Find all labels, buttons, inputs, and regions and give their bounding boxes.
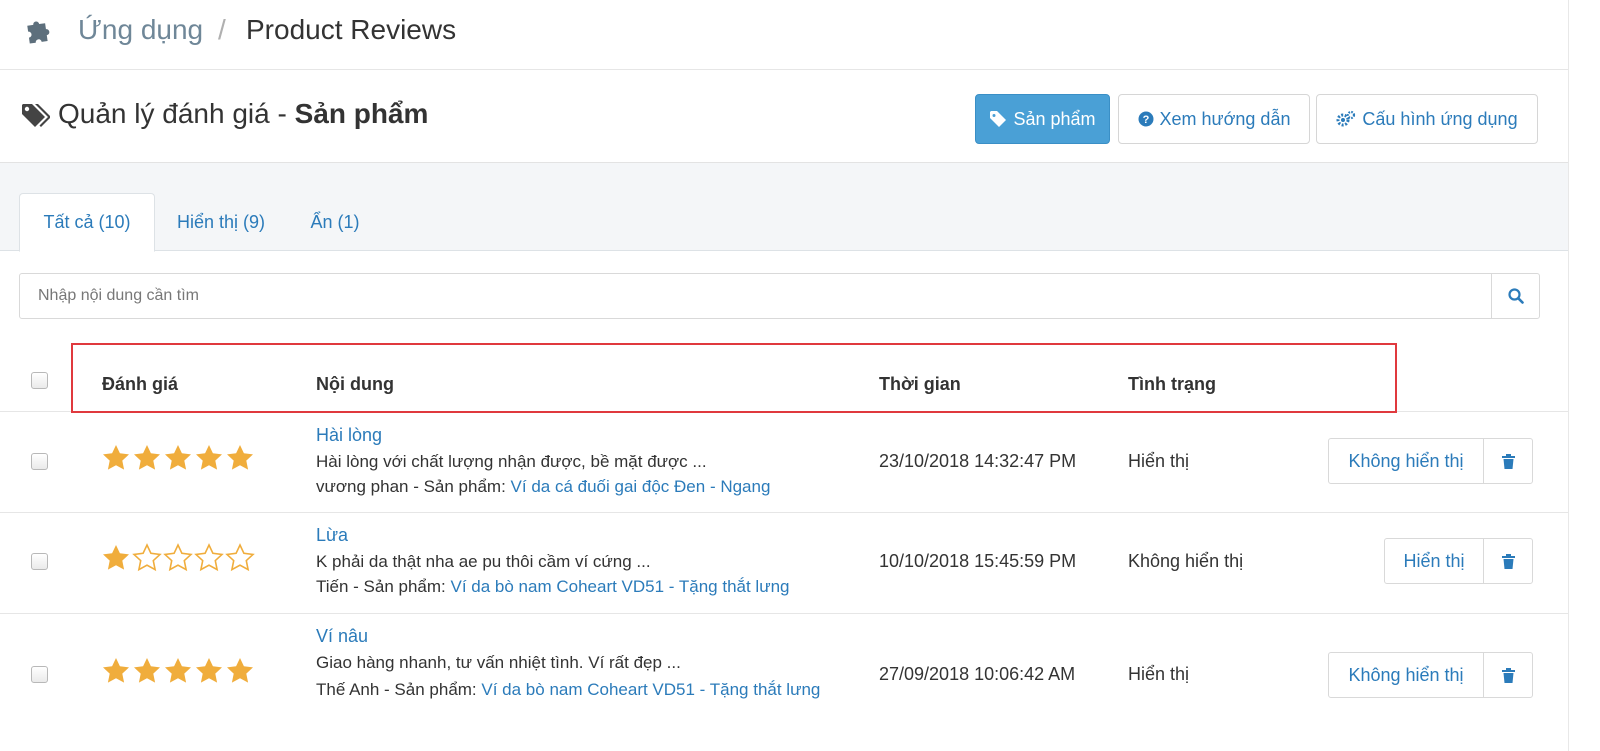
table-header: Đánh giá Nội dung Thời gian Tình trạng — [0, 340, 1568, 412]
trash-icon — [1501, 553, 1515, 569]
search-input[interactable] — [20, 274, 1490, 318]
hide-review-button[interactable]: Không hiển thị — [1328, 652, 1484, 698]
tab-visible-label: Hiển thị (9) — [176, 211, 266, 232]
select-all-checkbox[interactable] — [31, 372, 48, 389]
table-row: Ví nâu Giao hàng nhanh, tư vấn nhiệt tìn… — [0, 614, 1568, 751]
product-link[interactable]: Ví da cá đuối gai độc Đen - Ngang — [511, 477, 771, 496]
trash-icon — [1501, 667, 1515, 683]
cogs-icon — [1336, 110, 1356, 127]
review-title-link[interactable]: Hài lòng — [316, 425, 382, 446]
review-status: Hiển thị — [1128, 664, 1190, 684]
column-time: Thời gian — [879, 374, 961, 394]
search-bar — [19, 273, 1540, 319]
page-title-prefix: Quản lý đánh giá - — [58, 98, 295, 129]
products-button[interactable]: Sản phẩm — [975, 94, 1110, 144]
tab-visible[interactable]: Hiển thị (9) — [160, 193, 282, 251]
star-rating — [101, 543, 255, 573]
review-title-link[interactable]: Ví nâu — [316, 626, 368, 647]
star-filled-icon — [134, 445, 160, 470]
hide-review-button-label: Không hiển thị — [1348, 664, 1464, 685]
trash-icon — [1501, 453, 1515, 469]
page-scrollbar[interactable] — [1568, 0, 1600, 751]
search-icon — [1507, 288, 1524, 304]
breadcrumb-bar: Ứng dụng / Product Reviews — [0, 0, 1568, 70]
app-config-button-label: Cấu hình ứng dụng — [1362, 108, 1518, 129]
star-empty-icon — [132, 543, 162, 572]
page-header: Quản lý đánh giá - Sản phẩm Sản phẩm ? X… — [0, 70, 1568, 163]
review-author: vương phan - Sản phẩm: — [316, 477, 511, 496]
star-filled-icon — [227, 445, 253, 470]
review-text: Hài lòng với chất lượng nhận được, bề mặ… — [316, 452, 707, 471]
review-meta: Thế Anh - Sản phẩm: Ví da bò nam Coheart… — [316, 677, 846, 702]
guide-button-label: Xem hướng dẫn — [1159, 108, 1291, 129]
breadcrumb-apps-link[interactable]: Ứng dụng — [78, 14, 203, 46]
page-title-strong: Sản phẩm — [294, 98, 429, 129]
delete-review-button[interactable] — [1483, 538, 1533, 584]
app-config-button[interactable]: Cấu hình ứng dụng — [1316, 94, 1538, 144]
star-empty-icon — [194, 543, 224, 572]
guide-button[interactable]: ? Xem hướng dẫn — [1118, 94, 1310, 144]
review-time: 23/10/2018 14:32:47 PM — [879, 451, 1077, 471]
show-review-button-label: Hiển thị — [1403, 550, 1465, 571]
review-time: 27/09/2018 10:06:42 AM — [879, 664, 1076, 684]
star-filled-icon — [227, 658, 253, 683]
row-checkbox[interactable] — [31, 553, 48, 570]
review-text: Giao hàng nhanh, tư vấn nhiệt tình. Ví r… — [316, 653, 681, 672]
hide-review-button-label: Không hiển thị — [1348, 450, 1464, 471]
star-filled-icon — [103, 545, 129, 570]
review-status: Không hiển thị — [1128, 551, 1244, 571]
tag-icon — [990, 111, 1007, 127]
question-circle-icon: ? — [1138, 111, 1154, 127]
table-row: Lừa K phải da thật nha ae pu thôi cầm ví… — [0, 513, 1568, 614]
show-review-button[interactable]: Hiển thị — [1384, 538, 1484, 584]
star-empty-icon — [225, 543, 255, 572]
review-meta: vương phan - Sản phẩm: Ví da cá đuối gai… — [316, 474, 846, 499]
puzzle-icon — [27, 21, 50, 44]
delete-review-button[interactable] — [1483, 438, 1533, 484]
star-filled-icon — [134, 658, 160, 683]
product-link[interactable]: Ví da bò nam Coheart VD51 - Tặng thắt lư… — [451, 577, 790, 596]
filter-tabs: Tất cả (10) Hiển thị (9) Ẩn (1) — [0, 163, 1568, 252]
product-link[interactable]: Ví da bò nam Coheart VD51 - Tặng thắt lư… — [481, 680, 820, 699]
breadcrumb-current: Product Reviews — [246, 14, 457, 45]
hide-review-button[interactable]: Không hiển thị — [1328, 438, 1484, 484]
review-meta: Tiến - Sản phẩm: Ví da bò nam Coheart VD… — [316, 574, 846, 599]
star-filled-icon — [165, 445, 191, 470]
review-title-link[interactable]: Lừa — [316, 525, 348, 546]
review-time: 10/10/2018 15:45:59 PM — [879, 551, 1077, 571]
tags-icon — [22, 104, 50, 127]
review-status: Hiển thị — [1128, 451, 1190, 471]
table-row: Hài lòng Hài lòng với chất lượng nhận đư… — [0, 413, 1568, 513]
products-button-label: Sản phẩm — [1013, 108, 1096, 129]
delete-review-button[interactable] — [1483, 652, 1533, 698]
tab-all[interactable]: Tất cả (10) — [19, 193, 155, 252]
tab-hidden-label: Ẩn (1) — [310, 211, 360, 232]
star-rating — [101, 443, 255, 473]
review-text: K phải da thật nha ae pu thôi cầm ví cứn… — [316, 552, 651, 571]
column-status: Tình trạng — [1128, 374, 1216, 394]
row-checkbox[interactable] — [31, 453, 48, 470]
star-empty-icon — [163, 543, 193, 572]
search-button[interactable] — [1491, 274, 1539, 318]
star-rating — [101, 656, 255, 686]
breadcrumb-separator: / — [218, 14, 226, 45]
review-author: Thế Anh - Sản phẩm: — [316, 680, 482, 699]
tab-all-label: Tất cả (10) — [43, 212, 131, 232]
column-rating: Đánh giá — [102, 374, 179, 394]
star-filled-icon — [196, 658, 222, 683]
svg-text:?: ? — [1142, 114, 1149, 126]
star-filled-icon — [103, 445, 129, 470]
review-author: Tiến - Sản phẩm: — [316, 577, 451, 596]
tab-hidden[interactable]: Ẩn (1) — [290, 193, 380, 251]
page-title: Quản lý đánh giá - Sản phẩm — [58, 98, 428, 130]
column-content: Nội dung — [316, 374, 394, 394]
star-filled-icon — [165, 658, 191, 683]
star-filled-icon — [196, 445, 222, 470]
star-filled-icon — [103, 658, 129, 683]
row-checkbox[interactable] — [31, 666, 48, 683]
